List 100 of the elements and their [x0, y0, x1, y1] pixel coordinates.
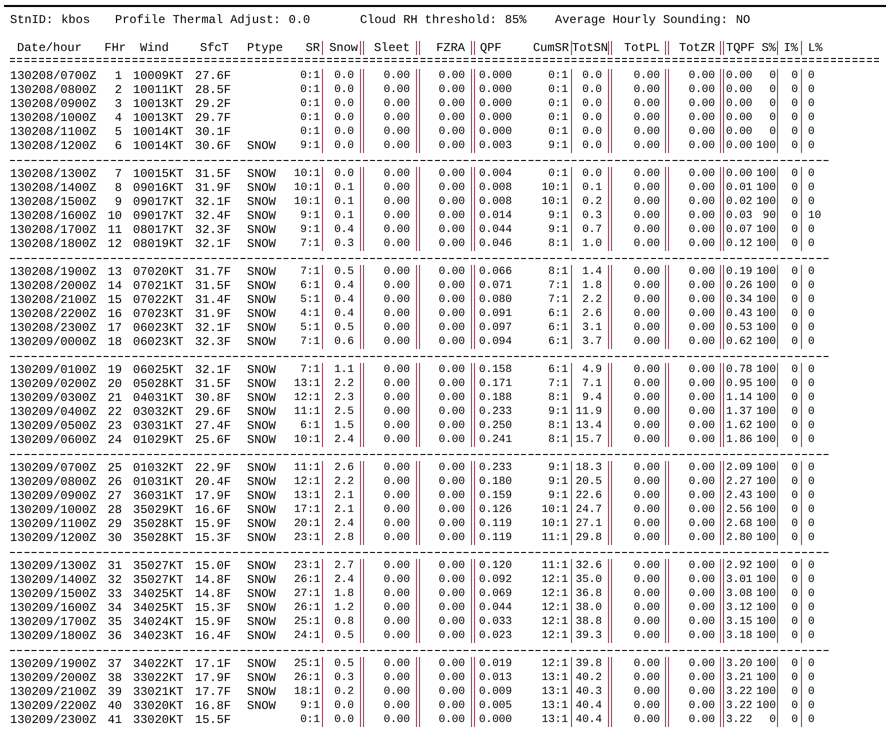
- table-cell: 0.00: [688, 602, 715, 614]
- table-cell: 2.09: [726, 462, 752, 474]
- table-cell: 0: [769, 126, 776, 138]
- table-cell: 30.1F: [195, 125, 232, 139]
- table-cell: 0.008: [479, 182, 512, 194]
- table-cell: 0:1: [300, 70, 320, 82]
- table-cell: 100: [756, 588, 776, 600]
- table-cell: 1.5: [334, 420, 354, 432]
- table-cell: 0: [808, 294, 815, 306]
- table-cell: 0: [808, 168, 815, 180]
- table-cell: 0.78: [726, 364, 752, 376]
- table-cell: 0.53: [726, 322, 752, 334]
- table-cell: 12:1: [542, 658, 568, 670]
- table-cell: 0.00: [438, 378, 465, 390]
- table-cell: 0.00: [438, 126, 465, 138]
- table-cell: 0: [808, 560, 815, 572]
- column-header: TotZR: [678, 41, 715, 55]
- table-cell: 0: [791, 476, 798, 488]
- table-cell: 0.000: [479, 112, 512, 124]
- table-cell: 23: [108, 419, 122, 433]
- table-cell: 0: [808, 280, 815, 292]
- table-cell: 38: [108, 671, 122, 685]
- table-cell: 0.4: [334, 280, 354, 292]
- table-cell: 0: [791, 98, 798, 110]
- table-cell: 0.00: [634, 672, 660, 684]
- table-cell: 0.044: [479, 602, 512, 614]
- table-cell: 0.00: [384, 630, 410, 642]
- table-cell: 0.00: [634, 364, 660, 376]
- table-cell: 07021KT: [133, 279, 184, 293]
- table-cell: 0.00: [438, 602, 465, 614]
- table-cell: 32.1F: [195, 195, 232, 209]
- table-cell: 0.00: [384, 602, 410, 614]
- table-cell: 35027KT: [133, 559, 184, 573]
- table-cell: 0: [791, 616, 798, 628]
- table-cell: 10:1: [542, 518, 568, 530]
- table-cell: 0.2: [334, 686, 354, 698]
- table-cell: 0.00: [634, 518, 660, 530]
- table-cell: 03031KT: [133, 419, 184, 433]
- table-cell: 0:1: [548, 112, 568, 124]
- table-cell: 0.00: [688, 364, 715, 376]
- table-cell: 29.8: [576, 532, 602, 544]
- table-cell: 0.00: [634, 336, 660, 348]
- table-cell: 31.7F: [195, 265, 232, 279]
- table-cell: 0: [791, 168, 798, 180]
- table-cell: 0.3: [334, 672, 354, 684]
- table-cell: 0.00: [688, 196, 715, 208]
- table-cell: 130208/1300Z: [10, 167, 96, 181]
- table-cell: 0.0: [334, 714, 354, 726]
- table-cell: 26:1: [294, 672, 320, 684]
- table-cell: 0: [791, 378, 798, 390]
- table-cell: 25.6F: [195, 433, 232, 447]
- table-cell: 0: [808, 714, 815, 726]
- table-cell: 0.00: [688, 322, 715, 334]
- table-cell: SNOW: [247, 279, 276, 293]
- table-cell: 100: [756, 238, 776, 250]
- table-cell: SNOW: [247, 657, 276, 671]
- table-cell: 0: [791, 490, 798, 502]
- setting-label: StnID:: [10, 13, 54, 27]
- table-cell: 2.7: [334, 560, 354, 572]
- table-cell: 3.22: [726, 686, 752, 698]
- table-cell: 0: [791, 630, 798, 642]
- table-cell: 12:1: [542, 574, 568, 586]
- table-cell: 0.00: [688, 406, 715, 418]
- table-cell: 9:1: [548, 406, 568, 418]
- table-cell: 0.00: [438, 686, 465, 698]
- table-cell: 29.6F: [195, 405, 232, 419]
- table-cell: 0.00: [438, 280, 465, 292]
- table-cell: 14: [108, 279, 122, 293]
- table-cell: 25: [108, 461, 122, 475]
- column-header: SfcT: [200, 41, 229, 55]
- table-cell: 1.0: [582, 238, 602, 250]
- table-cell: 24:1: [294, 630, 320, 642]
- table-cell: 0: [808, 336, 815, 348]
- table-cell: 3.01: [726, 574, 752, 586]
- table-cell: 6:1: [548, 336, 568, 348]
- table-cell: 0.00: [384, 490, 410, 502]
- table-cell: 0.00: [688, 434, 715, 446]
- table-cell: 10:1: [542, 182, 568, 194]
- table-cell: 0.01: [726, 182, 752, 194]
- table-cell: 7:1: [548, 378, 568, 390]
- table-cell: 24: [108, 433, 122, 447]
- table-cell: 1.62: [726, 420, 752, 432]
- table-cell: 0: [808, 532, 815, 544]
- table-cell: 23:1: [294, 532, 320, 544]
- table-cell: 0.00: [438, 462, 465, 474]
- column-header: TotSN: [572, 41, 608, 55]
- table-cell: 1.37: [726, 406, 752, 418]
- table-cell: 39.3: [576, 630, 602, 642]
- table-cell: 10014KT: [133, 139, 184, 153]
- table-cell: 9:1: [548, 224, 568, 236]
- table-cell: 31: [108, 559, 122, 573]
- table-cell: 9:1: [548, 490, 568, 502]
- table-cell: 12:1: [542, 588, 568, 600]
- table-cell: 3.22: [726, 700, 752, 712]
- table-cell: 0.00: [384, 322, 410, 334]
- table-cell: 130209/1200Z: [10, 531, 96, 545]
- table-cell: 0.02: [726, 196, 752, 208]
- table-cell: 0: [808, 420, 815, 432]
- table-cell: 0.34: [726, 294, 752, 306]
- table-cell: 130208/1200Z: [10, 139, 96, 153]
